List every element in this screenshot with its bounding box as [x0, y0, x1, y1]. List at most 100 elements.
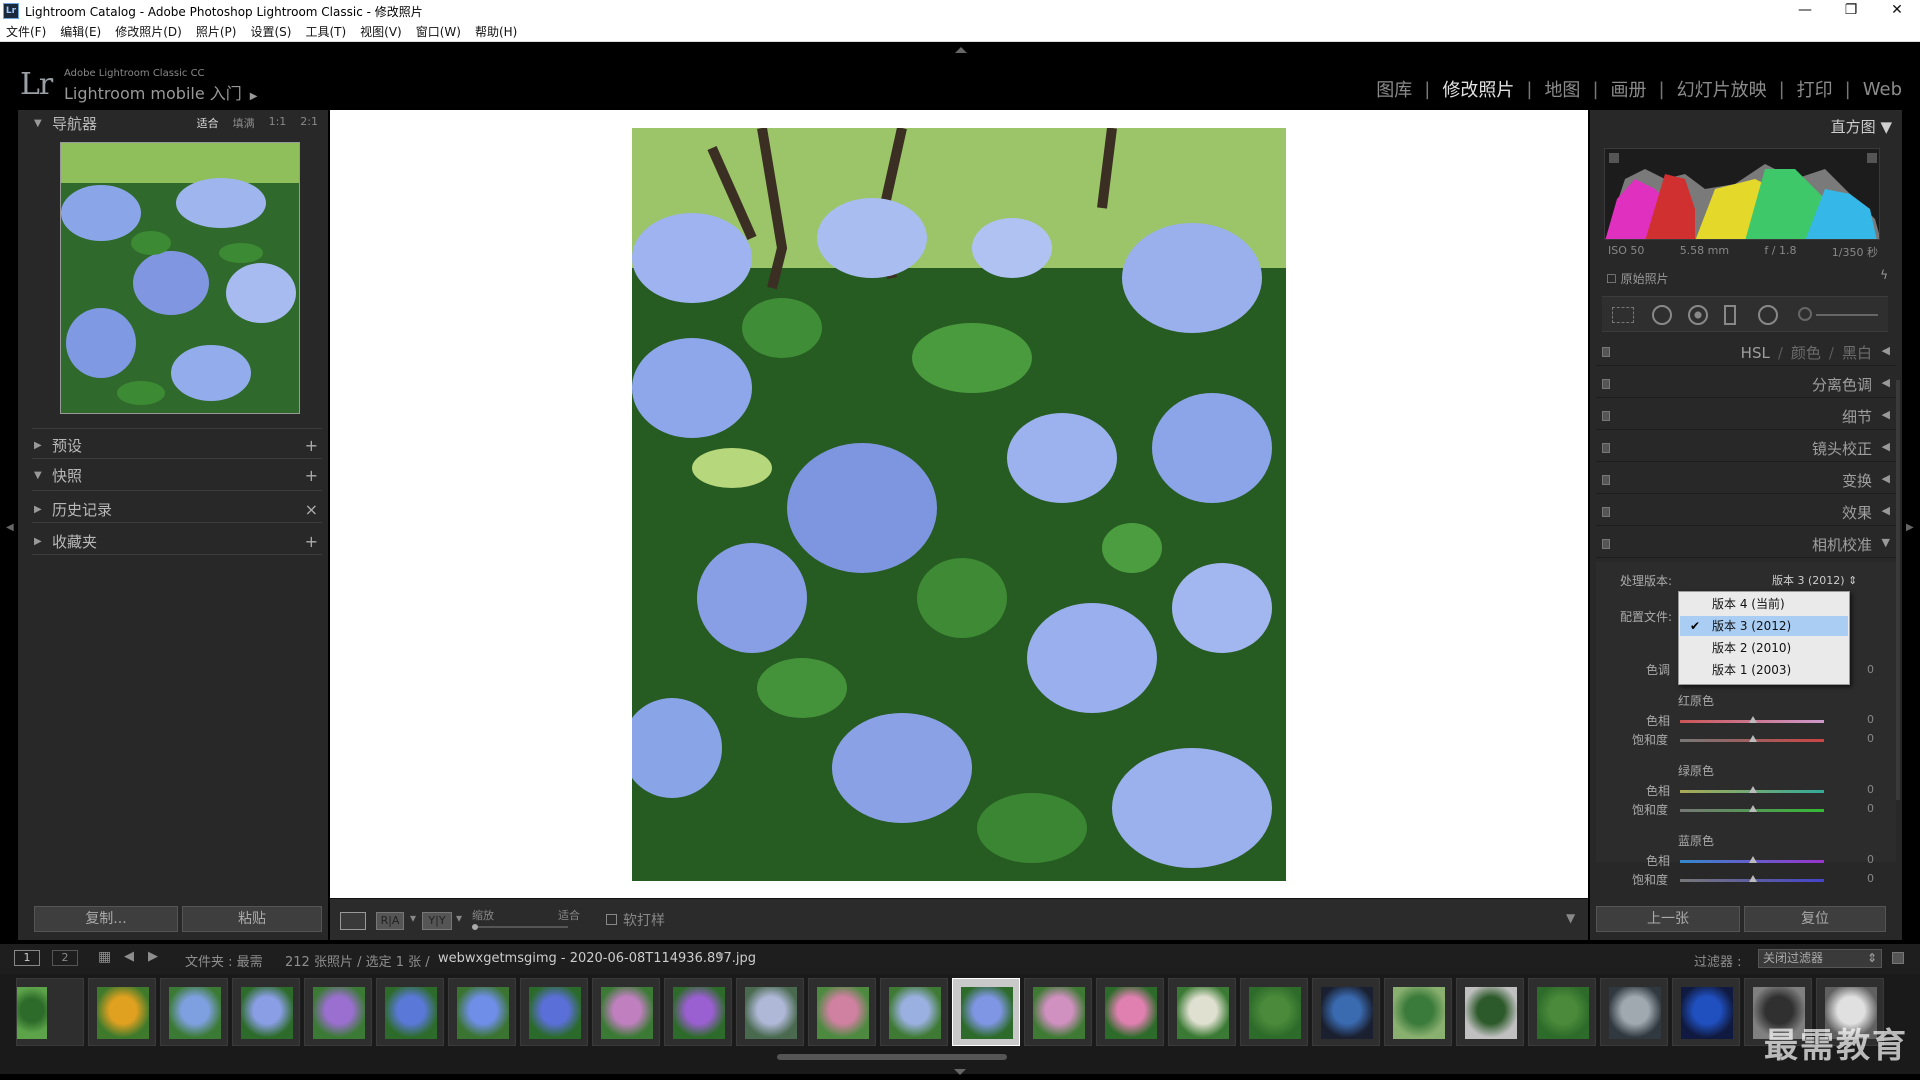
previous-button[interactable]: 上一张 — [1596, 906, 1740, 932]
panel-switch-icon[interactable] — [1602, 475, 1610, 485]
lightning-icon[interactable]: ϟ — [1880, 268, 1888, 282]
crop-tool-icon[interactable] — [1612, 307, 1634, 323]
toolbar-menu-arrow-icon[interactable]: ▼ — [1566, 911, 1575, 925]
before-after-ra-button[interactable]: R|A — [376, 912, 404, 930]
filmstrip-thumbnail[interactable] — [736, 978, 804, 1046]
brush-slider[interactable] — [1816, 314, 1878, 316]
reset-button[interactable]: 复位 — [1744, 906, 1886, 932]
add-snapshot-icon[interactable]: + — [305, 466, 318, 485]
menu-help[interactable]: 帮助(H) — [475, 23, 517, 40]
copy-button[interactable]: 复制... — [34, 906, 178, 932]
filmstrip-thumbnail[interactable] — [1672, 978, 1740, 1046]
filmstrip-thumbnail[interactable] — [592, 978, 660, 1046]
zoom-fit[interactable]: 适合 — [197, 115, 219, 131]
dropdown-arrow-icon[interactable]: ▾ — [410, 911, 416, 925]
red-eye-icon[interactable] — [1688, 305, 1708, 325]
filmstrip-thumbnail[interactable] — [304, 978, 372, 1046]
color-tab[interactable]: 颜色 — [1791, 344, 1821, 362]
filmstrip-thumbnail[interactable] — [1096, 978, 1164, 1046]
graduated-filter-icon[interactable] — [1724, 305, 1736, 325]
current-filename[interactable]: webwxgetmsgimg - 2020-06-08T114936.897.j… — [438, 951, 756, 966]
blue-hue-slider-thumb[interactable] — [1749, 856, 1757, 863]
filmstrip-thumbnail[interactable] — [1456, 978, 1524, 1046]
option-version-3[interactable]: ✔ 版本 3 (2012) — [1680, 616, 1848, 636]
left-panel-toggle-icon[interactable]: ◀ — [6, 522, 14, 533]
window-2-button[interactable]: 2 — [52, 950, 78, 966]
module-library[interactable]: 图库 — [1376, 76, 1412, 102]
hsl-tab[interactable]: HSL — [1741, 344, 1770, 362]
menu-file[interactable]: 文件(F) — [6, 23, 46, 40]
zoom-1-1[interactable]: 1:1 — [269, 115, 287, 131]
lens-corrections-section-header[interactable]: 镜头校正 ◀ — [1596, 434, 1896, 462]
effects-section-header[interactable]: 效果 ◀ — [1596, 498, 1896, 526]
menu-window[interactable]: 窗口(W) — [416, 23, 461, 40]
clear-history-icon[interactable]: × — [305, 500, 318, 519]
softproof-checkbox[interactable] — [606, 914, 617, 925]
zoom-fill[interactable]: 填满 — [233, 115, 255, 131]
back-arrow-icon[interactable]: ◀ — [124, 949, 134, 964]
split-toning-section-header[interactable]: 分离色调 ◀ — [1596, 370, 1896, 398]
right-panel-toggle-icon[interactable]: ▶ — [1906, 522, 1914, 533]
paste-button[interactable]: 粘贴 — [182, 906, 322, 932]
window-1-button[interactable]: 1 — [14, 950, 40, 966]
red-sat-slider-thumb[interactable] — [1749, 735, 1757, 742]
collections-header[interactable]: ▶ 收藏夹 + — [18, 528, 328, 554]
filmstrip-thumbnail[interactable] — [952, 978, 1020, 1046]
add-collection-icon[interactable]: + — [305, 532, 318, 551]
source-folder[interactable]: 文件夹 : 最需 — [185, 951, 263, 970]
filmstrip-thumbnail[interactable] — [1312, 978, 1380, 1046]
histogram[interactable] — [1604, 148, 1880, 240]
module-map[interactable]: 地图 — [1544, 76, 1580, 102]
module-slideshow[interactable]: 幻灯片放映 — [1677, 76, 1767, 102]
presets-header[interactable]: ▶ 预设 + — [18, 432, 328, 458]
top-panel-toggle-icon[interactable] — [955, 47, 967, 53]
menu-settings[interactable]: 设置(S) — [250, 23, 291, 40]
maximize-button[interactable]: ❐ — [1828, 0, 1874, 22]
detail-section-header[interactable]: 细节 ◀ — [1596, 402, 1896, 430]
filmstrip-thumbnail[interactable] — [1240, 978, 1308, 1046]
radial-filter-icon[interactable] — [1758, 305, 1778, 325]
bottom-panel-toggle-icon[interactable] — [954, 1069, 966, 1075]
main-photo[interactable] — [632, 128, 1286, 881]
identity-plate-line2[interactable]: Lightroom mobile 入门 ▶ — [64, 80, 257, 104]
spot-removal-icon[interactable] — [1652, 305, 1672, 325]
blue-sat-slider-thumb[interactable] — [1749, 875, 1757, 882]
zoom-2-1[interactable]: 2:1 — [300, 115, 318, 131]
filmstrip-thumbnail[interactable] — [232, 978, 300, 1046]
filmstrip-thumbnail[interactable] — [1168, 978, 1236, 1046]
snapshots-header[interactable]: ▼ 快照 + — [18, 462, 328, 488]
filmstrip-thumbnail[interactable] — [16, 978, 84, 1046]
filmstrip-thumbnail[interactable] — [1600, 978, 1668, 1046]
right-panel-scrollbar[interactable] — [1896, 380, 1900, 800]
transform-section-header[interactable]: 变换 ◀ — [1596, 466, 1896, 494]
original-photo-toggle[interactable]: ☐ 原始照片 — [1606, 270, 1669, 287]
before-after-yy-button[interactable]: Y|Y — [422, 912, 452, 930]
filmstrip-thumbnail[interactable] — [160, 978, 228, 1046]
panel-switch-icon[interactable] — [1602, 507, 1610, 517]
green-sat-slider-thumb[interactable] — [1749, 805, 1757, 812]
history-header[interactable]: ▶ 历史记录 × — [18, 496, 328, 522]
option-version-4[interactable]: 版本 4 (当前) — [1680, 594, 1848, 614]
filmstrip-thumbnail[interactable] — [1384, 978, 1452, 1046]
filmstrip-thumbnail[interactable] — [664, 978, 732, 1046]
navigator-preview[interactable] — [60, 142, 300, 414]
filmstrip-scrollbar[interactable] — [777, 1054, 1007, 1060]
filmstrip-thumbnail[interactable] — [376, 978, 444, 1046]
option-version-2[interactable]: 版本 2 (2010) — [1680, 638, 1848, 658]
filename-dropdown-icon[interactable]: ▾ — [718, 949, 724, 962]
add-preset-icon[interactable]: + — [305, 436, 318, 455]
panel-switch-icon[interactable] — [1602, 379, 1610, 389]
module-book[interactable]: 画册 — [1611, 76, 1647, 102]
filter-select[interactable]: 关闭过滤器 ⇕ — [1758, 949, 1882, 968]
menu-edit[interactable]: 编辑(E) — [60, 23, 101, 40]
zoom-slider-thumb[interactable] — [472, 924, 478, 930]
module-web[interactable]: Web — [1863, 79, 1902, 100]
menu-develop[interactable]: 修改照片(D) — [115, 23, 182, 40]
bw-tab[interactable]: 黑白 — [1842, 344, 1872, 362]
navigator-header[interactable]: ▼ 导航器 适合 填满 1:1 2:1 — [18, 110, 328, 136]
process-version-select[interactable]: 版本 3 (2012) ⇕ — [1772, 572, 1857, 588]
panel-switch-icon[interactable] — [1602, 539, 1610, 549]
panel-switch-icon[interactable] — [1602, 411, 1610, 421]
filmstrip-thumbnail[interactable] — [448, 978, 516, 1046]
filmstrip-thumbnail[interactable] — [1528, 978, 1596, 1046]
